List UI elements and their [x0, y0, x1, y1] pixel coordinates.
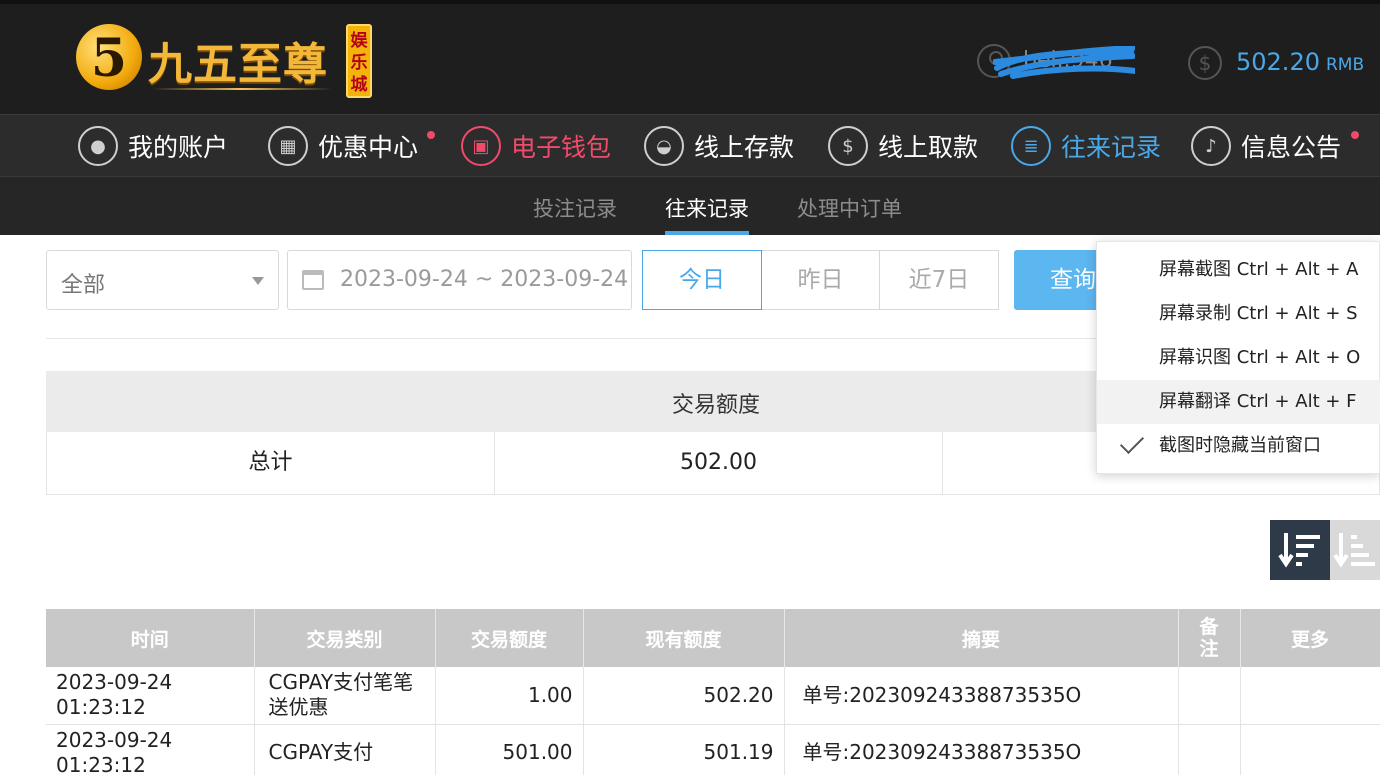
summary-total-label: 总计	[248, 450, 293, 475]
nav-label: 优惠中心	[318, 133, 419, 162]
sort-desc-icon	[1278, 533, 1320, 568]
balance-currency: RMB	[1325, 55, 1365, 75]
logo-ornament	[152, 88, 332, 90]
logo-mark: 5	[76, 24, 142, 90]
transaction-records-table: 时间 交易类别 交易额度 现有额度 摘要 备注 更多 2023-09-24 01…	[46, 609, 1380, 775]
col-note[interactable]: 备注	[1178, 609, 1241, 667]
summary-col-amount: 交易额度	[672, 393, 761, 418]
nav-transaction-records[interactable]: ≣ 往来记录	[1011, 115, 1161, 177]
user-icon: ●	[78, 126, 118, 166]
cell-more[interactable]	[1240, 724, 1380, 775]
table-header-row: 时间 交易类别 交易额度 现有额度 摘要 备注 更多	[46, 609, 1380, 667]
menu-item-screen-record[interactable]: 屏幕录制 Ctrl + Alt + S	[1097, 292, 1380, 336]
cell-amount: 501.00	[435, 724, 584, 775]
col-amount[interactable]: 交易额度	[435, 609, 584, 667]
gift-icon: ▦	[268, 126, 308, 166]
menu-item-label: 截图时隐藏当前窗口	[1159, 435, 1321, 456]
cell-time: 2023-09-24 01:23:12	[46, 724, 255, 775]
cell-note	[1178, 724, 1241, 775]
summary-total-amount: 502.00	[680, 450, 757, 475]
announcements-notification-dot	[1351, 131, 1359, 139]
nav-online-deposit[interactable]: ◒ 线上存款	[644, 115, 794, 177]
cell-category: CGPAY支付笔笔送优惠	[254, 667, 436, 725]
nav-promotions[interactable]: ▦ 优惠中心	[268, 115, 418, 177]
nav-announcements[interactable]: ♪ 信息公告	[1191, 115, 1341, 177]
bell-icon: ♪	[1191, 126, 1231, 166]
sort-asc-icon	[1333, 533, 1375, 568]
col-summary[interactable]: 摘要	[784, 609, 1179, 667]
logo-badge: 娱乐城	[346, 24, 372, 98]
promotions-notification-dot	[427, 131, 435, 139]
nav-label: 电子钱包	[511, 133, 612, 162]
nav-label: 信息公告	[1241, 133, 1342, 162]
col-balance[interactable]: 现有额度	[583, 609, 785, 667]
nav-label: 往来记录	[1061, 133, 1162, 162]
dollar-icon: $	[1188, 46, 1222, 80]
col-more[interactable]: 更多	[1240, 609, 1380, 667]
main-nav: ● 我的账户 ▦ 优惠中心 ▣ 电子钱包 ◒ 线上存款 $ 线上取款 ≣ 往来记…	[0, 114, 1380, 176]
tab-transaction-records[interactable]: 往来记录	[665, 193, 749, 223]
menu-item-screenshot[interactable]: 屏幕截图 Ctrl + Alt + A	[1097, 248, 1380, 292]
table-row: 2023-09-24 01:23:12 CGPAY支付 501.00 501.1…	[46, 724, 1380, 775]
chevron-down-icon	[252, 277, 264, 285]
cell-note	[1178, 667, 1241, 725]
col-category[interactable]: 交易类别	[254, 609, 436, 667]
cell-category: CGPAY支付	[254, 724, 436, 775]
records-icon: ≣	[1011, 126, 1051, 166]
tab-bet-records[interactable]: 投注记录	[533, 193, 617, 223]
cell-more[interactable]	[1240, 667, 1380, 725]
date-range-input[interactable]: 2023-09-24 ~ 2023-09-24	[287, 250, 632, 310]
cell-time: 2023-09-24 01:23:12	[46, 667, 255, 725]
nav-label: 线上取款	[878, 133, 979, 162]
site-logo[interactable]: 5 九五至尊 娱乐城	[74, 22, 384, 102]
nav-my-account[interactable]: ● 我的账户	[78, 115, 228, 177]
check-icon	[1119, 429, 1145, 455]
screenshot-context-menu: 屏幕截图 Ctrl + Alt + A 屏幕录制 Ctrl + Alt + S …	[1096, 241, 1380, 474]
top-header: 5 九五至尊 娱乐城 bei..946 $ 502.20 RMB	[0, 0, 1380, 114]
menu-item-hide-window[interactable]: 截图时隐藏当前窗口	[1097, 424, 1380, 468]
sort-ascending-button[interactable]	[1330, 520, 1380, 580]
logo-text: 九五至尊	[148, 39, 328, 90]
active-tab-indicator	[665, 231, 749, 235]
nav-label: 我的账户	[128, 133, 229, 162]
sort-descending-button[interactable]	[1270, 520, 1330, 580]
cell-summary: 单号:20230924338873535O	[784, 724, 1179, 775]
calendar-icon	[302, 270, 324, 290]
col-time[interactable]: 时间	[46, 609, 255, 667]
withdraw-icon: $	[828, 126, 868, 166]
date-range-value: 2023-09-24 ~ 2023-09-24	[340, 267, 629, 292]
today-button[interactable]: 今日	[642, 250, 762, 310]
last-7-days-button[interactable]: 近7日	[879, 250, 999, 310]
nav-online-withdraw[interactable]: $ 线上取款	[828, 115, 978, 177]
table-row: 2023-09-24 01:23:12 CGPAY支付笔笔送优惠 1.00 50…	[46, 667, 1380, 725]
menu-item-screen-translate[interactable]: 屏幕翻译 Ctrl + Alt + F	[1097, 380, 1380, 424]
cell-summary: 单号:20230924338873535O	[784, 667, 1179, 725]
cell-balance: 502.20	[583, 667, 785, 725]
type-select[interactable]: 全部	[46, 250, 279, 310]
balance-value: 502.20 RMB	[1236, 48, 1365, 76]
deposit-icon: ◒	[644, 126, 684, 166]
cell-balance: 501.19	[583, 724, 785, 775]
wallet-icon: ▣	[461, 126, 501, 166]
sub-nav: 投注记录 往来记录 处理中订单	[0, 176, 1380, 235]
nav-e-wallet[interactable]: ▣ 电子钱包	[461, 115, 611, 177]
tab-pending-orders[interactable]: 处理中订单	[797, 193, 902, 223]
nav-label: 线上存款	[694, 133, 795, 162]
type-select-value: 全部	[61, 273, 106, 298]
cell-amount: 1.00	[435, 667, 584, 725]
redaction-scribble	[993, 46, 1135, 79]
menu-item-screen-ocr[interactable]: 屏幕识图 Ctrl + Alt + O	[1097, 336, 1380, 380]
yesterday-button[interactable]: 昨日	[761, 250, 880, 310]
